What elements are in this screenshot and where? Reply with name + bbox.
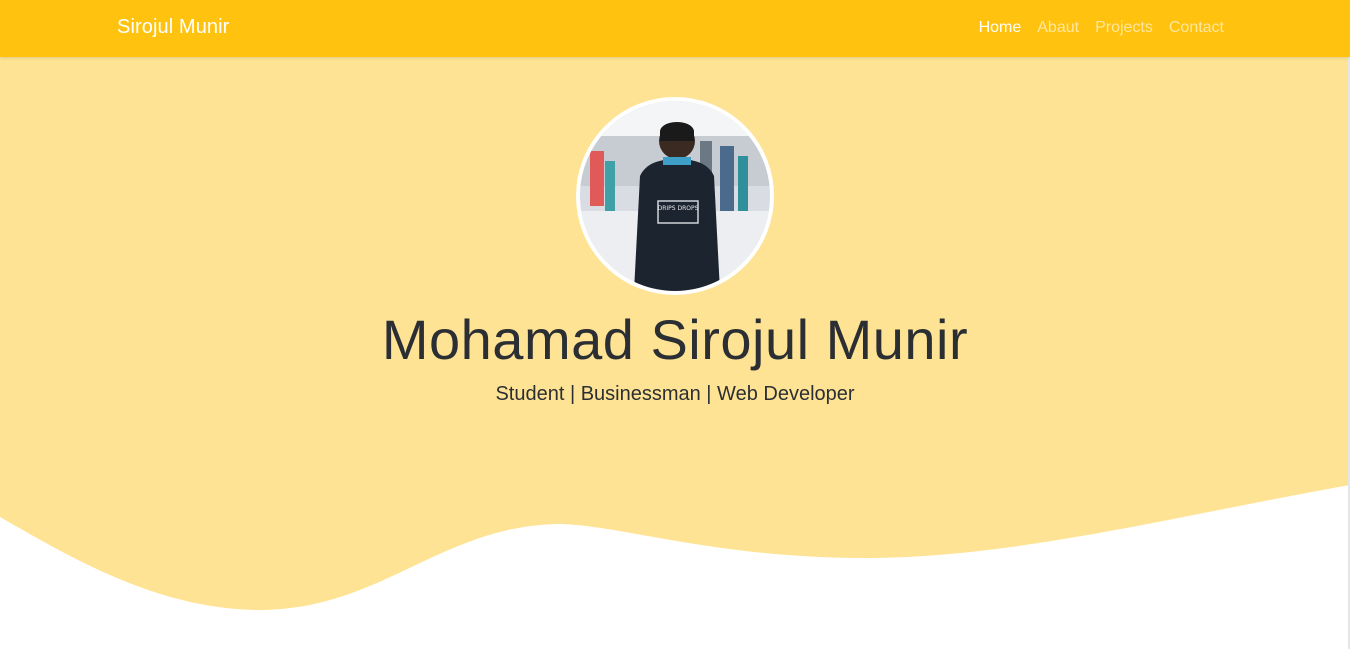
nav-link-contact[interactable]: Contact xyxy=(1169,19,1224,37)
nav-link-home[interactable]: Home xyxy=(979,19,1022,37)
hero-tagline: Student | Businessman | Web Developer xyxy=(495,383,855,405)
profile-avatar: DRIPS DROPS xyxy=(576,97,774,295)
page: Sirojul Munir Home Abaut Projects Contac… xyxy=(0,0,1350,649)
hero-name-heading: Mohamad Sirojul Munir xyxy=(381,308,969,371)
hoodie-print: DRIPS DROPS xyxy=(658,205,699,212)
avatar-photo: DRIPS DROPS xyxy=(580,101,770,291)
hero-section: DRIPS DROPS Mohamad Sirojul Munir Studen… xyxy=(0,57,1350,649)
navbar: Sirojul Munir Home Abaut Projects Contac… xyxy=(0,0,1350,57)
nav-link-about[interactable]: Abaut xyxy=(1037,19,1079,37)
nav-links: Home Abaut Projects Contact xyxy=(979,19,1224,37)
brand-link[interactable]: Sirojul Munir xyxy=(117,16,229,39)
nav-link-projects[interactable]: Projects xyxy=(1095,19,1153,37)
